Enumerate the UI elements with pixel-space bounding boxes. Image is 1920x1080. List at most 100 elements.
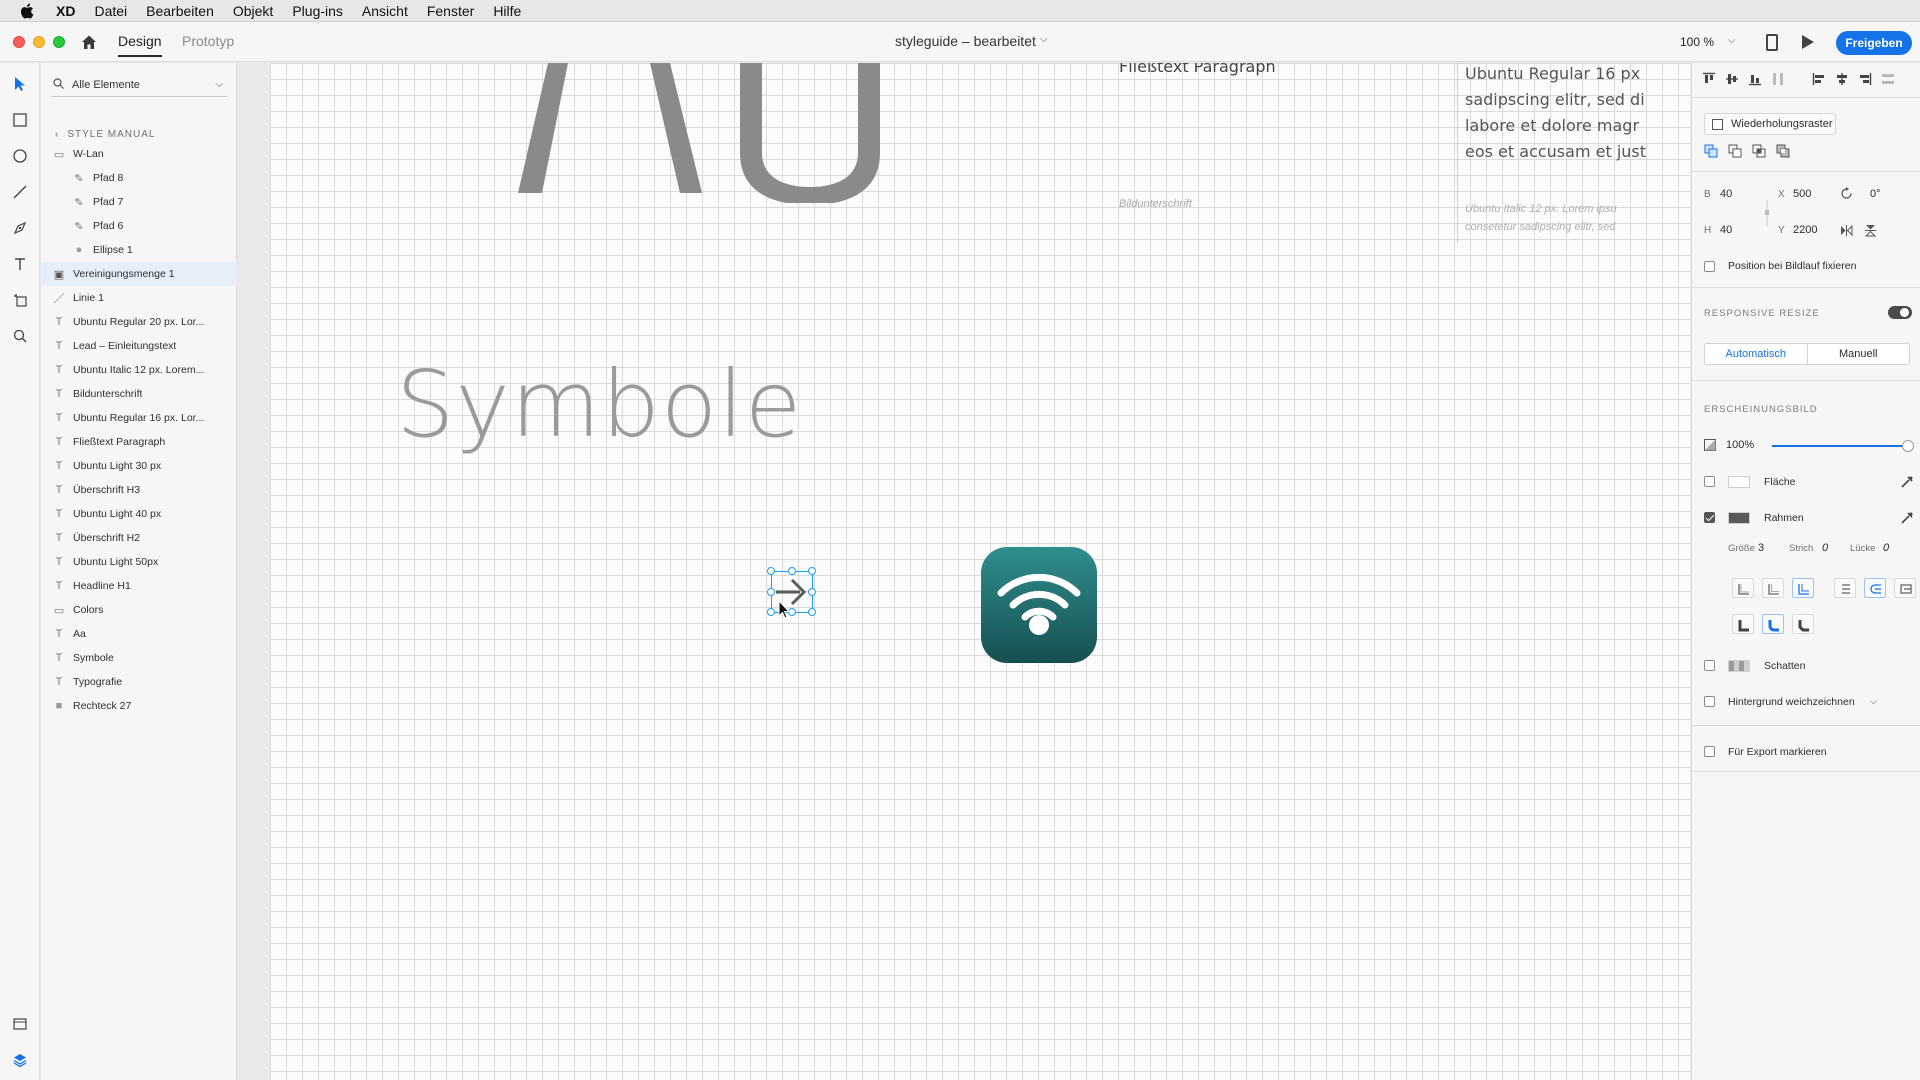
cap-butt-button[interactable] (1834, 578, 1856, 598)
distribute-horizontal-icon[interactable] (1881, 72, 1895, 86)
layer-row[interactable]: T Überschrift H3 (41, 478, 237, 502)
menu-object[interactable]: Objekt (233, 3, 273, 19)
fill-color-swatch[interactable] (1728, 476, 1750, 488)
y-input[interactable]: 2200 (1793, 224, 1817, 236)
layer-row[interactable]: T Überschrift H2 (41, 526, 237, 550)
menu-plugins[interactable]: Plug-ins (292, 3, 343, 19)
cap-square-button[interactable] (1894, 578, 1916, 598)
layer-row[interactable]: T Lead – Einleitungstext (41, 334, 237, 358)
artboard[interactable]: Symbole Fließtext Paragraph Bilduntersch… (270, 63, 1690, 1080)
x-input[interactable]: 500 (1793, 188, 1811, 200)
ellipse-tool-icon[interactable] (11, 147, 29, 165)
align-middle-icon[interactable] (1725, 72, 1739, 86)
mobile-preview-icon[interactable] (1766, 34, 1778, 51)
menu-edit[interactable]: Bearbeiten (146, 3, 214, 19)
line-tool-icon[interactable] (11, 183, 29, 201)
fix-position-checkbox[interactable] (1704, 261, 1715, 272)
layer-row[interactable]: T Ubuntu Light 40 px (41, 502, 237, 526)
layer-filter[interactable]: Alle Elemente ⌵ (51, 75, 227, 97)
chevron-left-icon[interactable]: ‹ (55, 129, 59, 140)
flip-horizontal-icon[interactable] (1840, 224, 1853, 240)
union-icon[interactable] (1704, 144, 1718, 158)
rectangle-tool-icon[interactable] (11, 111, 29, 129)
subtract-icon[interactable] (1728, 144, 1742, 158)
resize-handle-sw[interactable] (767, 608, 775, 616)
resize-handle-w[interactable] (767, 588, 775, 596)
resize-auto-option[interactable]: Automatisch (1705, 344, 1808, 364)
exclude-overlap-icon[interactable] (1776, 144, 1790, 158)
wifi-icon[interactable] (981, 547, 1097, 663)
resize-handle-se[interactable] (808, 608, 816, 616)
layers-breadcrumb[interactable]: ‹ STYLE MANUAL (55, 129, 155, 140)
layer-row[interactable]: T Typografie (41, 670, 237, 694)
select-tool-icon[interactable] (11, 75, 29, 93)
assets-icon[interactable] (11, 1015, 29, 1033)
fill-checkbox[interactable] (1704, 476, 1715, 487)
share-button[interactable]: Freigeben (1836, 31, 1912, 55)
layer-row[interactable]: T Headline H1 (41, 574, 237, 598)
chevron-down-icon[interactable]: ⌵ (1870, 696, 1877, 707)
artboard-tool-icon[interactable] (11, 291, 29, 309)
join-bevel-button[interactable] (1792, 614, 1814, 634)
join-round-button[interactable] (1762, 614, 1784, 634)
apple-icon[interactable] (20, 3, 34, 19)
stroke-size-input[interactable]: 3 (1758, 542, 1764, 554)
layer-row[interactable]: T Symbole (41, 646, 237, 670)
resize-mode-switch[interactable]: Automatisch Manuell (1704, 343, 1910, 365)
zoom-level[interactable]: 100 % (1680, 35, 1714, 49)
layer-row[interactable]: ／ Linie 1 (41, 286, 237, 310)
close-window-button[interactable] (13, 36, 25, 48)
stroke-outside-button[interactable] (1792, 578, 1814, 598)
pen-tool-icon[interactable] (11, 219, 29, 237)
layer-row[interactable]: ■ Rechteck 27 (41, 694, 237, 718)
layer-row[interactable]: T Ubuntu Light 30 px (41, 454, 237, 478)
play-icon[interactable] (1802, 35, 1814, 49)
align-bottom-icon[interactable] (1748, 72, 1762, 86)
rotate-icon[interactable] (1840, 187, 1853, 203)
align-top-icon[interactable] (1702, 72, 1716, 86)
document-title[interactable]: styleguide – bearbeitet (895, 33, 1036, 49)
align-center-icon[interactable] (1835, 72, 1849, 86)
text-tool-icon[interactable] (11, 255, 29, 273)
responsive-resize-toggle[interactable] (1888, 306, 1912, 319)
shadow-color-swatch[interactable] (1728, 660, 1750, 672)
chevron-down-icon[interactable]: ⌵ (1040, 34, 1048, 45)
flip-vertical-icon[interactable] (1864, 224, 1877, 240)
border-color-swatch[interactable] (1728, 512, 1750, 524)
gap-input[interactable]: 0 (1883, 542, 1889, 554)
dash-input[interactable]: 0 (1822, 542, 1828, 554)
resize-handle-n[interactable] (788, 567, 796, 575)
mark-for-export-checkbox[interactable] (1704, 746, 1715, 757)
align-right-icon[interactable] (1858, 72, 1872, 86)
intersect-icon[interactable] (1752, 144, 1766, 158)
width-input[interactable]: 40 (1720, 188, 1732, 200)
eyedropper-icon[interactable] (1900, 475, 1914, 489)
lock-aspect-icon[interactable] (1762, 198, 1772, 228)
zoom-window-button[interactable] (53, 36, 65, 48)
resize-manual-option[interactable]: Manuell (1808, 344, 1910, 364)
shadow-checkbox[interactable] (1704, 660, 1715, 671)
menu-file[interactable]: Datei (94, 3, 127, 19)
layer-row[interactable]: T Ubuntu Light 50px (41, 550, 237, 574)
opacity-value[interactable]: 100% (1726, 439, 1754, 451)
resize-handle-e[interactable] (808, 588, 816, 596)
stroke-inside-button[interactable] (1732, 578, 1754, 598)
zoom-chevron-down-icon[interactable]: ⌵ (1728, 35, 1736, 46)
opacity-slider-knob[interactable] (1902, 440, 1914, 452)
height-input[interactable]: 40 (1720, 224, 1732, 236)
layer-row[interactable]: ▭ Colors (41, 598, 237, 622)
layer-row[interactable]: ✎ Pfad 6 (41, 214, 237, 238)
menu-help[interactable]: Hilfe (493, 3, 521, 19)
align-left-icon[interactable] (1812, 72, 1826, 86)
menu-app[interactable]: XD (56, 3, 75, 19)
layer-row[interactable]: ▣ Vereinigungsmenge 1 (41, 262, 237, 286)
stroke-center-button[interactable] (1762, 578, 1784, 598)
resize-handle-ne[interactable] (808, 567, 816, 575)
tab-design[interactable]: Design (118, 33, 162, 57)
rotation-input[interactable]: 0° (1870, 188, 1881, 200)
layer-row[interactable]: ✎ Pfad 7 (41, 190, 237, 214)
tab-prototype[interactable]: Prototyp (182, 33, 234, 49)
canvas[interactable]: Symbole Fließtext Paragraph Bilduntersch… (238, 63, 1690, 1080)
layer-row[interactable]: T Aa (41, 622, 237, 646)
minimize-window-button[interactable] (33, 36, 45, 48)
